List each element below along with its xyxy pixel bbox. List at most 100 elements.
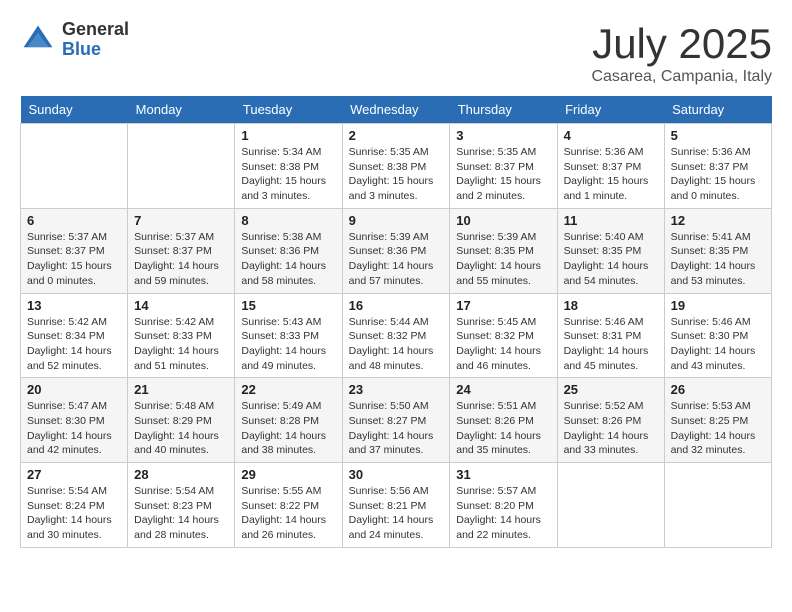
calendar-cell: 18 Sunrise: 5:46 AMSunset: 8:31 PMDayligh… bbox=[557, 293, 664, 378]
calendar-cell: 7 Sunrise: 5:37 AMSunset: 8:37 PMDaylight… bbox=[128, 208, 235, 293]
calendar-cell bbox=[664, 463, 771, 548]
day-info: Sunrise: 5:46 AMSunset: 8:31 PMDaylight:… bbox=[564, 315, 658, 374]
day-info: Sunrise: 5:34 AMSunset: 8:38 PMDaylight:… bbox=[241, 145, 335, 204]
day-info: Sunrise: 5:42 AMSunset: 8:33 PMDaylight:… bbox=[134, 315, 228, 374]
calendar-cell: 31 Sunrise: 5:57 AMSunset: 8:20 PMDayligh… bbox=[450, 463, 557, 548]
day-info: Sunrise: 5:35 AMSunset: 8:38 PMDaylight:… bbox=[349, 145, 444, 204]
calendar-cell: 26 Sunrise: 5:53 AMSunset: 8:25 PMDayligh… bbox=[664, 378, 771, 463]
day-info: Sunrise: 5:57 AMSunset: 8:20 PMDaylight:… bbox=[456, 484, 550, 543]
weekday-header-row: SundayMondayTuesdayWednesdayThursdayFrid… bbox=[21, 96, 772, 124]
day-info: Sunrise: 5:42 AMSunset: 8:34 PMDaylight:… bbox=[27, 315, 121, 374]
day-info: Sunrise: 5:46 AMSunset: 8:30 PMDaylight:… bbox=[671, 315, 765, 374]
day-number: 18 bbox=[564, 298, 658, 313]
day-info: Sunrise: 5:38 AMSunset: 8:36 PMDaylight:… bbox=[241, 230, 335, 289]
day-info: Sunrise: 5:37 AMSunset: 8:37 PMDaylight:… bbox=[27, 230, 121, 289]
weekday-header-monday: Monday bbox=[128, 96, 235, 124]
calendar-table: SundayMondayTuesdayWednesdayThursdayFrid… bbox=[20, 96, 772, 548]
calendar-cell: 16 Sunrise: 5:44 AMSunset: 8:32 PMDayligh… bbox=[342, 293, 450, 378]
day-info: Sunrise: 5:36 AMSunset: 8:37 PMDaylight:… bbox=[564, 145, 658, 204]
day-number: 20 bbox=[27, 382, 121, 397]
calendar-cell: 1 Sunrise: 5:34 AMSunset: 8:38 PMDaylight… bbox=[235, 124, 342, 209]
day-number: 2 bbox=[349, 128, 444, 143]
day-info: Sunrise: 5:51 AMSunset: 8:26 PMDaylight:… bbox=[456, 399, 550, 458]
day-info: Sunrise: 5:43 AMSunset: 8:33 PMDaylight:… bbox=[241, 315, 335, 374]
day-info: Sunrise: 5:37 AMSunset: 8:37 PMDaylight:… bbox=[134, 230, 228, 289]
day-info: Sunrise: 5:40 AMSunset: 8:35 PMDaylight:… bbox=[564, 230, 658, 289]
calendar-cell: 23 Sunrise: 5:50 AMSunset: 8:27 PMDayligh… bbox=[342, 378, 450, 463]
calendar-cell: 6 Sunrise: 5:37 AMSunset: 8:37 PMDaylight… bbox=[21, 208, 128, 293]
day-number: 24 bbox=[456, 382, 550, 397]
calendar-cell bbox=[21, 124, 128, 209]
page-header: General Blue July 2025 Casarea, Campania… bbox=[20, 20, 772, 86]
day-number: 29 bbox=[241, 467, 335, 482]
calendar-cell: 20Sunrise: 5:47 AMSunset: 8:30 PMDayligh… bbox=[21, 378, 128, 463]
day-info: Sunrise: 5:39 AMSunset: 8:36 PMDaylight:… bbox=[349, 230, 444, 289]
day-number: 17 bbox=[456, 298, 550, 313]
day-info: Sunrise: 5:52 AMSunset: 8:26 PMDaylight:… bbox=[564, 399, 658, 458]
day-info: Sunrise: 5:49 AMSunset: 8:28 PMDaylight:… bbox=[241, 399, 335, 458]
day-number: 5 bbox=[671, 128, 765, 143]
calendar-cell: 19 Sunrise: 5:46 AMSunset: 8:30 PMDayligh… bbox=[664, 293, 771, 378]
day-info: Sunrise: 5:55 AMSunset: 8:22 PMDaylight:… bbox=[241, 484, 335, 543]
calendar-cell: 3Sunrise: 5:35 AMSunset: 8:37 PMDaylight… bbox=[450, 124, 557, 209]
day-number: 15 bbox=[241, 298, 335, 313]
calendar-cell: 11 Sunrise: 5:40 AMSunset: 8:35 PMDayligh… bbox=[557, 208, 664, 293]
day-number: 23 bbox=[349, 382, 444, 397]
week-row-3: 13 Sunrise: 5:42 AMSunset: 8:34 PMDayligh… bbox=[21, 293, 772, 378]
day-number: 9 bbox=[349, 213, 444, 228]
day-info: Sunrise: 5:44 AMSunset: 8:32 PMDaylight:… bbox=[349, 315, 444, 374]
day-info: Sunrise: 5:50 AMSunset: 8:27 PMDaylight:… bbox=[349, 399, 444, 458]
day-number: 8 bbox=[241, 213, 335, 228]
calendar-cell: 12Sunrise: 5:41 AMSunset: 8:35 PMDayligh… bbox=[664, 208, 771, 293]
calendar-cell: 8 Sunrise: 5:38 AMSunset: 8:36 PMDaylight… bbox=[235, 208, 342, 293]
day-number: 1 bbox=[241, 128, 335, 143]
day-number: 27 bbox=[27, 467, 121, 482]
week-row-5: 27Sunrise: 5:54 AMSunset: 8:24 PMDayligh… bbox=[21, 463, 772, 548]
day-number: 6 bbox=[27, 213, 121, 228]
day-number: 4 bbox=[564, 128, 658, 143]
day-number: 3 bbox=[456, 128, 550, 143]
week-row-4: 20Sunrise: 5:47 AMSunset: 8:30 PMDayligh… bbox=[21, 378, 772, 463]
calendar-cell: 5 Sunrise: 5:36 AMSunset: 8:37 PMDaylight… bbox=[664, 124, 771, 209]
day-number: 22 bbox=[241, 382, 335, 397]
calendar-cell: 27Sunrise: 5:54 AMSunset: 8:24 PMDayligh… bbox=[21, 463, 128, 548]
day-number: 11 bbox=[564, 213, 658, 228]
weekday-header-sunday: Sunday bbox=[21, 96, 128, 124]
day-info: Sunrise: 5:45 AMSunset: 8:32 PMDaylight:… bbox=[456, 315, 550, 374]
day-number: 28 bbox=[134, 467, 228, 482]
calendar-cell: 9 Sunrise: 5:39 AMSunset: 8:36 PMDaylight… bbox=[342, 208, 450, 293]
day-number: 7 bbox=[134, 213, 228, 228]
week-row-1: 1 Sunrise: 5:34 AMSunset: 8:38 PMDaylight… bbox=[21, 124, 772, 209]
month-title: July 2025 bbox=[591, 20, 772, 68]
weekday-header-friday: Friday bbox=[557, 96, 664, 124]
location: Casarea, Campania, Italy bbox=[591, 68, 772, 86]
week-row-2: 6 Sunrise: 5:37 AMSunset: 8:37 PMDaylight… bbox=[21, 208, 772, 293]
day-number: 25 bbox=[564, 382, 658, 397]
calendar-cell: 2 Sunrise: 5:35 AMSunset: 8:38 PMDaylight… bbox=[342, 124, 450, 209]
day-number: 31 bbox=[456, 467, 550, 482]
calendar-cell: 25 Sunrise: 5:52 AMSunset: 8:26 PMDayligh… bbox=[557, 378, 664, 463]
calendar-cell: 30 Sunrise: 5:56 AMSunset: 8:21 PMDayligh… bbox=[342, 463, 450, 548]
day-info: Sunrise: 5:39 AMSunset: 8:35 PMDaylight:… bbox=[456, 230, 550, 289]
day-number: 10 bbox=[456, 213, 550, 228]
title-block: July 2025 Casarea, Campania, Italy bbox=[591, 20, 772, 86]
logo-icon bbox=[20, 22, 56, 58]
day-number: 13 bbox=[27, 298, 121, 313]
calendar-cell: 21Sunrise: 5:48 AMSunset: 8:29 PMDayligh… bbox=[128, 378, 235, 463]
day-info: Sunrise: 5:56 AMSunset: 8:21 PMDaylight:… bbox=[349, 484, 444, 543]
weekday-header-wednesday: Wednesday bbox=[342, 96, 450, 124]
logo: General Blue bbox=[20, 20, 129, 60]
day-info: Sunrise: 5:53 AMSunset: 8:25 PMDaylight:… bbox=[671, 399, 765, 458]
day-number: 26 bbox=[671, 382, 765, 397]
day-number: 16 bbox=[349, 298, 444, 313]
day-number: 19 bbox=[671, 298, 765, 313]
calendar-cell: 22 Sunrise: 5:49 AMSunset: 8:28 PMDayligh… bbox=[235, 378, 342, 463]
calendar-cell: 10 Sunrise: 5:39 AMSunset: 8:35 PMDayligh… bbox=[450, 208, 557, 293]
day-info: Sunrise: 5:36 AMSunset: 8:37 PMDaylight:… bbox=[671, 145, 765, 204]
weekday-header-saturday: Saturday bbox=[664, 96, 771, 124]
calendar-cell: 28Sunrise: 5:54 AMSunset: 8:23 PMDayligh… bbox=[128, 463, 235, 548]
day-info: Sunrise: 5:41 AMSunset: 8:35 PMDaylight:… bbox=[671, 230, 765, 289]
calendar-cell: 13 Sunrise: 5:42 AMSunset: 8:34 PMDayligh… bbox=[21, 293, 128, 378]
day-number: 30 bbox=[349, 467, 444, 482]
weekday-header-thursday: Thursday bbox=[450, 96, 557, 124]
